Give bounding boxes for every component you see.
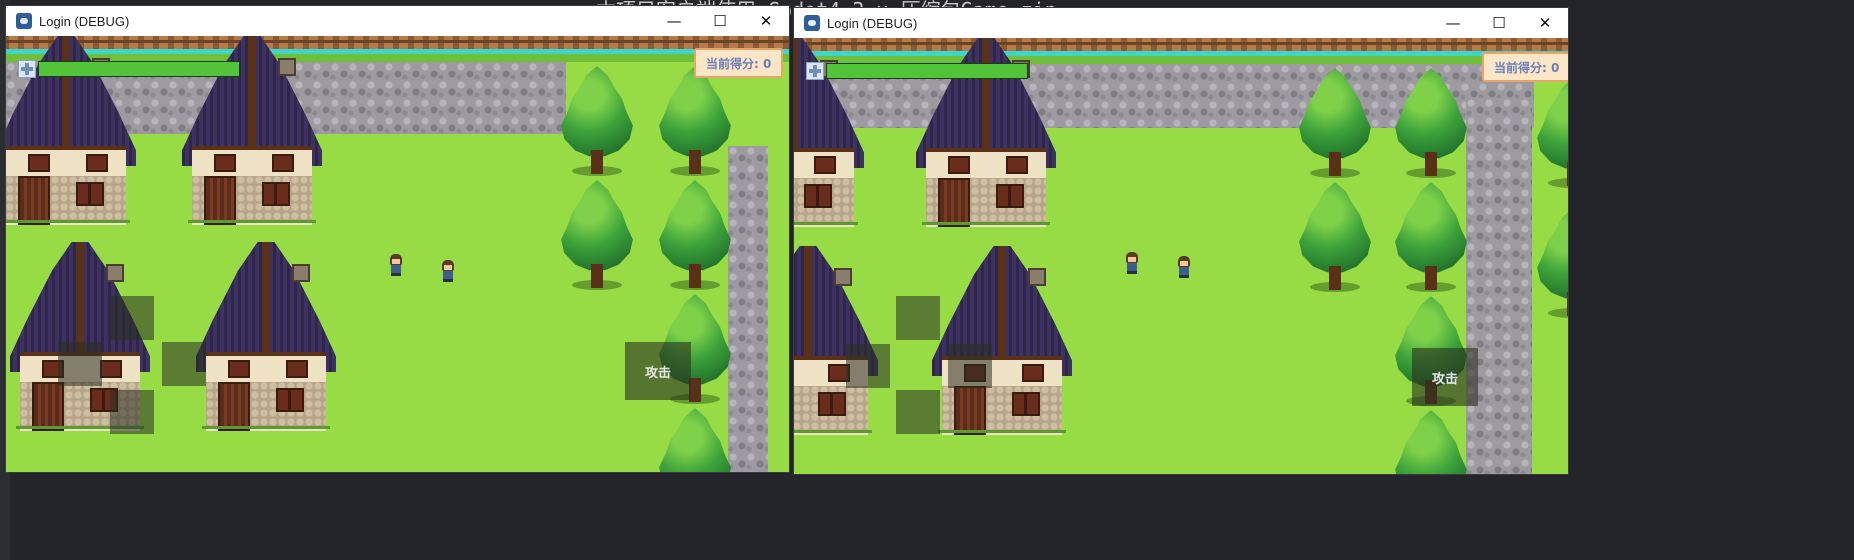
house-door <box>32 382 64 431</box>
title-bar[interactable]: Login (DEBUG) — ☐ ✕ <box>6 6 789 36</box>
godot-app-icon <box>804 15 820 31</box>
close-button[interactable]: ✕ <box>743 6 789 36</box>
minimize-button[interactable]: — <box>651 6 697 36</box>
house <box>196 242 336 431</box>
attack-button[interactable]: 攻击 <box>1412 348 1478 406</box>
game-viewport[interactable]: 当前得分: 0 攻击 <box>6 36 789 472</box>
dpad-center-button[interactable] <box>58 342 102 386</box>
tree <box>558 180 636 292</box>
maximize-button[interactable]: ☐ <box>697 6 743 36</box>
tree <box>1392 68 1470 180</box>
tree <box>656 66 734 178</box>
house-door <box>18 176 50 225</box>
window-title: Login (DEBUG) <box>827 15 918 31</box>
tree <box>656 408 734 472</box>
other-player-character <box>440 260 456 282</box>
dpad-down-button[interactable] <box>110 390 154 434</box>
maximize-button[interactable]: ☐ <box>1476 8 1522 38</box>
house-door <box>954 386 986 435</box>
health-fill <box>39 62 239 76</box>
tree <box>1296 68 1374 180</box>
house-window <box>276 388 304 412</box>
chimney <box>106 264 124 282</box>
house-window <box>996 184 1024 208</box>
dpad-down-button[interactable] <box>896 390 940 434</box>
chimney <box>1028 268 1046 286</box>
game-window-left: Login (DEBUG) — ☐ ✕ 当前得分: 0 攻击 <box>6 6 789 472</box>
score-label: 当前得分: 0 <box>694 48 784 78</box>
minimize-button[interactable]: — <box>1430 8 1476 38</box>
tree <box>1296 182 1374 294</box>
health-bar <box>18 60 240 78</box>
game-viewport[interactable]: 当前得分: 0 攻击 <box>794 38 1568 474</box>
tree <box>1392 182 1470 294</box>
close-button[interactable]: ✕ <box>1522 8 1568 38</box>
title-bar[interactable]: Login (DEBUG) — ☐ ✕ <box>794 8 1568 38</box>
house-door <box>204 176 236 225</box>
player-character <box>1124 252 1140 274</box>
attack-button[interactable]: 攻击 <box>625 342 691 400</box>
house-door <box>938 178 970 227</box>
health-fill <box>827 64 1027 78</box>
tree <box>558 66 636 178</box>
other-player-character <box>1176 256 1192 278</box>
game-window-right: Login (DEBUG) — ☐ ✕ 当前得分: 0 攻击 <box>794 8 1568 474</box>
house-window <box>804 184 832 208</box>
chimney <box>834 268 852 286</box>
chimney <box>278 58 296 76</box>
dpad-center-button[interactable] <box>846 344 890 388</box>
health-plus-icon <box>18 60 36 78</box>
house-window <box>76 182 104 206</box>
house <box>932 246 1072 435</box>
tree <box>1534 78 1568 190</box>
house-door <box>218 382 250 431</box>
dpad-left-button[interactable] <box>948 344 992 388</box>
chimney <box>292 264 310 282</box>
godot-app-icon <box>16 13 32 29</box>
health-bar <box>806 62 1028 80</box>
score-label: 当前得分: 0 <box>1482 52 1568 82</box>
tree <box>1534 208 1568 320</box>
cobblestone-path-vertical <box>728 146 768 472</box>
player-character <box>388 254 404 276</box>
house-window <box>1012 392 1040 416</box>
fence <box>794 38 1568 51</box>
house-window <box>262 182 290 206</box>
dpad-up-button[interactable] <box>896 296 940 340</box>
cobblestone-path-vertical <box>1466 98 1532 474</box>
window-title: Login (DEBUG) <box>39 13 130 29</box>
health-plus-icon <box>806 62 824 80</box>
tree <box>1392 410 1470 474</box>
house <box>794 246 878 435</box>
house-window <box>818 392 846 416</box>
tree <box>656 180 734 292</box>
dpad-left-button[interactable] <box>162 342 206 386</box>
dpad-up-button[interactable] <box>110 296 154 340</box>
